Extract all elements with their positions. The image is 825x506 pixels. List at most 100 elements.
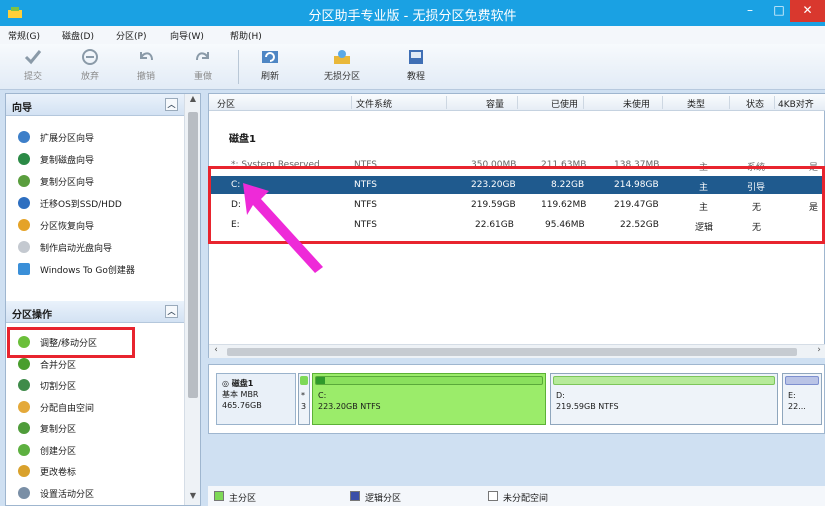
tutorial-icon bbox=[409, 50, 423, 64]
op-label: 更改卷标 bbox=[40, 468, 77, 478]
copy-partition-icon bbox=[18, 175, 30, 187]
wizard-item-label: Windows To Go创建器 bbox=[40, 266, 135, 276]
col-free[interactable]: 未使用 bbox=[623, 97, 650, 110]
scroll-right-icon[interactable]: › bbox=[812, 345, 825, 359]
op-allocate[interactable]: 分配自由空间 bbox=[14, 398, 182, 416]
refresh-icon bbox=[262, 51, 278, 63]
minimize-button[interactable]: – bbox=[735, 0, 765, 22]
op-label: 创建分区 bbox=[40, 447, 77, 457]
op-label: 分配自由空间 bbox=[40, 404, 95, 414]
col-used[interactable]: 已使用 bbox=[551, 97, 578, 110]
op-label: 设置活动分区 bbox=[40, 490, 95, 500]
ops-panel-header: 分区操作 ︿ bbox=[6, 301, 184, 323]
create-icon bbox=[18, 444, 30, 456]
op-split[interactable]: 切割分区 bbox=[14, 376, 182, 394]
copy-disk-icon bbox=[18, 153, 30, 165]
partition-segment-d[interactable]: D: 219.59GB NTFS bbox=[550, 373, 778, 425]
redo-button[interactable]: 重做 bbox=[183, 48, 223, 82]
wizard-item-label: 迁移OS到SSD/HDD bbox=[40, 200, 122, 210]
wizard-item-recovery[interactable]: 分区恢复向导 bbox=[14, 216, 182, 234]
partition-icon bbox=[334, 50, 350, 64]
col-4k-align[interactable]: 4KB对齐 bbox=[778, 97, 814, 110]
collapse-wizard-button[interactable]: ︿ bbox=[165, 98, 178, 111]
unallocated-swatch bbox=[488, 491, 498, 501]
scroll-up-icon[interactable]: ▲ bbox=[185, 94, 201, 108]
undo-icon bbox=[140, 52, 153, 61]
col-status[interactable]: 状态 bbox=[746, 97, 764, 110]
check-icon bbox=[24, 50, 42, 65]
tutorial-button[interactable]: 教程 bbox=[396, 48, 436, 82]
list-horizontal-scrollbar[interactable]: ‹ › bbox=[209, 344, 825, 358]
undo-label: 撤销 bbox=[136, 72, 155, 82]
lossless-partition-button[interactable]: 无损分区 bbox=[316, 48, 368, 82]
disk-size: 465.76GB bbox=[222, 401, 262, 410]
discard-icon bbox=[82, 49, 98, 65]
toolbar: 提交 放弃 撤销 重做 刷新 无损分区 教程 bbox=[0, 44, 825, 90]
usage-bar bbox=[300, 376, 308, 385]
scroll-thumb[interactable] bbox=[188, 112, 198, 398]
cd-icon bbox=[18, 241, 30, 253]
disk-map: ◎ 磁盘1 基本 MBR 465.76GB * 3 C: 223.20GB NT… bbox=[208, 364, 825, 434]
commit-button[interactable]: 提交 bbox=[13, 48, 53, 82]
op-change-label[interactable]: 更改卷标 bbox=[14, 462, 182, 480]
partition-segment-reserved[interactable]: * 3 bbox=[298, 373, 310, 425]
toolbar-separator bbox=[238, 50, 239, 84]
wizard-item-label: 复制磁盘向导 bbox=[40, 156, 95, 166]
col-type[interactable]: 类型 bbox=[687, 97, 705, 110]
scroll-thumb[interactable] bbox=[227, 348, 797, 356]
op-copy[interactable]: 复制分区 bbox=[14, 419, 182, 437]
wizard-item-label: 分区恢复向导 bbox=[40, 222, 95, 232]
highlight-box-resize-move bbox=[7, 327, 135, 358]
legend-logical: 逻辑分区 bbox=[365, 494, 402, 504]
usage-bar bbox=[315, 376, 543, 385]
wizard-item-bootable-cd[interactable]: 制作启动光盘向导 bbox=[14, 238, 182, 256]
refresh-button[interactable]: 刷新 bbox=[250, 48, 290, 82]
scroll-down-icon[interactable]: ▼ bbox=[185, 491, 201, 505]
legend-primary: 主分区 bbox=[229, 494, 257, 504]
op-set-active[interactable]: 设置活动分区 bbox=[14, 484, 182, 502]
scroll-left-icon[interactable]: ‹ bbox=[209, 345, 223, 359]
col-capacity[interactable]: 容量 bbox=[486, 97, 504, 110]
partition-segment-e[interactable]: E: 22... bbox=[782, 373, 822, 425]
left-panel-scrollbar[interactable]: ▲ ▼ bbox=[184, 94, 200, 505]
disk-type: 基本 MBR bbox=[222, 390, 259, 399]
undo-button[interactable]: 撤销 bbox=[126, 48, 166, 82]
discard-label: 放弃 bbox=[80, 72, 99, 82]
menu-wizard[interactable]: 向导(W) bbox=[170, 29, 204, 42]
wizard-item-migrate-os[interactable]: 迁移OS到SSD/HDD bbox=[14, 194, 182, 212]
legend: 主分区 逻辑分区 未分配空间 bbox=[208, 486, 825, 506]
tutorial-label: 教程 bbox=[406, 72, 425, 82]
collapse-ops-button[interactable]: ︿ bbox=[165, 305, 178, 318]
col-partition[interactable]: 分区 bbox=[217, 97, 235, 110]
partition-segment-c[interactable]: C: 223.20GB NTFS bbox=[312, 373, 546, 425]
menu-help[interactable]: 帮助(H) bbox=[230, 29, 262, 42]
menu-general[interactable]: 常规(G) bbox=[8, 29, 40, 42]
extend-icon bbox=[18, 131, 30, 143]
col-filesystem[interactable]: 文件系统 bbox=[356, 97, 392, 110]
windows-icon bbox=[18, 263, 30, 275]
primary-swatch bbox=[214, 491, 224, 501]
active-icon bbox=[18, 487, 30, 499]
pointer-arrow-icon bbox=[243, 183, 323, 273]
discard-button[interactable]: 放弃 bbox=[70, 48, 110, 82]
close-button[interactable]: ✕ bbox=[790, 0, 825, 22]
disk-info-box[interactable]: ◎ 磁盘1 基本 MBR 465.76GB bbox=[216, 373, 296, 425]
legend-unallocated: 未分配空间 bbox=[503, 494, 549, 504]
wizard-item-copy-partition[interactable]: 复制分区向导 bbox=[14, 172, 182, 190]
op-create[interactable]: 创建分区 bbox=[14, 441, 182, 459]
op-label: 合并分区 bbox=[40, 361, 77, 371]
wizard-item-windows-to-go[interactable]: Windows To Go创建器 bbox=[14, 260, 182, 278]
commit-label: 提交 bbox=[23, 72, 42, 82]
wizard-item-extend[interactable]: 扩展分区向导 bbox=[14, 128, 182, 146]
title-bar: 分区助手专业版 - 无损分区免费软件 – □ ✕ bbox=[0, 0, 825, 26]
menu-partition[interactable]: 分区(P) bbox=[116, 29, 146, 42]
wizard-item-label: 制作启动光盘向导 bbox=[40, 244, 113, 254]
wizard-item-copy-disk[interactable]: 复制磁盘向导 bbox=[14, 150, 182, 168]
wizard-item-label: 复制分区向导 bbox=[40, 178, 95, 188]
recovery-icon bbox=[18, 219, 30, 231]
merge-icon bbox=[18, 358, 30, 370]
refresh-label: 刷新 bbox=[260, 72, 279, 82]
copy-icon bbox=[18, 422, 30, 434]
menu-disk[interactable]: 磁盘(D) bbox=[62, 29, 94, 42]
menu-bar: 常规(G) 磁盘(D) 分区(P) 向导(W) 帮助(H) bbox=[0, 26, 825, 44]
